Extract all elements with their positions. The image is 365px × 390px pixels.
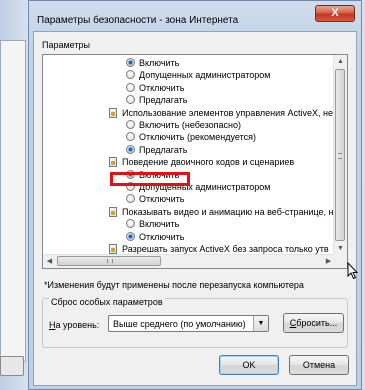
setting-label: Показывать видео и анимацию на веб-стран… [122,206,335,217]
vertical-scroll-thumb[interactable] [335,69,345,241]
setting-label: Предлагать [139,144,188,155]
scroll-up-icon[interactable]: ▲ [334,55,347,68]
reset-button[interactable]: Сбросить... [283,313,344,333]
horizontal-scrollbar[interactable]: ◀ ▶ [43,254,335,268]
settings-group-label: Параметры [42,40,90,50]
mouse-cursor-icon [347,262,359,280]
vertical-scrollbar[interactable]: ▲ ▼ [333,55,347,255]
settings-category-icon [109,107,117,118]
settings-category-icon [109,206,117,217]
radio-unchecked-icon[interactable] [126,70,135,80]
radio-unchecked-icon[interactable] [126,194,135,204]
scroll-left-icon[interactable]: ◀ [43,255,56,268]
title-bar[interactable]: Параметры безопасности - зона Интернета … [29,1,361,31]
settings-category-icon [109,244,117,254]
level-select[interactable]: Выше среднего (по умолчанию) ▼ [108,315,269,332]
radio-unchecked-icon[interactable] [126,82,135,92]
grip-icon [107,259,113,263]
close-button[interactable]: X [315,5,355,22]
settings-tree: Включить Допущенных администратором Отключ… [43,55,335,255]
red-highlight-box [110,172,190,186]
settings-list[interactable]: Включить Допущенных администратором Отключ… [42,54,348,269]
setting-label: Включить (небезопасно) [139,120,241,130]
horizontal-scroll-thumb[interactable] [57,256,161,266]
setting-label: Поведение двоичного кодов и сценариев [122,157,295,168]
level-select-value: Выше среднего (по умолчанию) [113,319,246,329]
radio-unchecked-icon[interactable] [126,132,135,142]
setting-label: Предлагать [139,95,188,106]
settings-category-icon [109,157,117,168]
setting-label: Включить [139,219,180,230]
dialog-title: Параметры безопасности - зона Интернета [37,15,239,26]
scroll-down-icon[interactable]: ▼ [334,242,347,255]
level-label: На уровень: [49,320,100,330]
radio-unchecked-icon[interactable] [126,219,135,229]
chevron-down-icon[interactable]: ▼ [253,316,268,331]
setting-label: Отключить [139,194,185,205]
ok-button[interactable]: OK [219,355,279,375]
setting-label: Отключить [139,231,185,242]
radio-unchecked-icon[interactable] [126,95,135,105]
radio-unchecked-icon[interactable] [126,120,135,129]
cancel-button[interactable]: Отмена [289,355,349,375]
radio-checked-icon[interactable] [126,144,135,154]
setting-label: Отключить [139,82,185,93]
scroll-corner [334,255,347,268]
setting-label: Отключить (рекомендуется) [139,132,256,143]
setting-label: Допущенных администратором [139,70,271,81]
radio-checked-icon[interactable] [126,231,135,241]
setting-label: Включить [139,58,180,68]
restart-note: *Изменения будут применены после перезап… [44,280,304,290]
background-window-panel [0,40,26,362]
background-window-button[interactable] [0,356,24,376]
reset-group: Сброс особых параметров На уровень: Выше… [42,297,348,348]
security-settings-dialog: Параметры безопасности - зона Интернета … [28,0,362,390]
dialog-client-area: Параметры Включить Допущенных администрат… [33,31,357,386]
background-window [0,0,29,390]
radio-checked-icon[interactable] [126,58,135,67]
grip-icon [338,153,342,159]
setting-label: Использование элементов управления Activ… [122,107,335,118]
reset-group-title: Сброс особых параметров [49,297,165,307]
